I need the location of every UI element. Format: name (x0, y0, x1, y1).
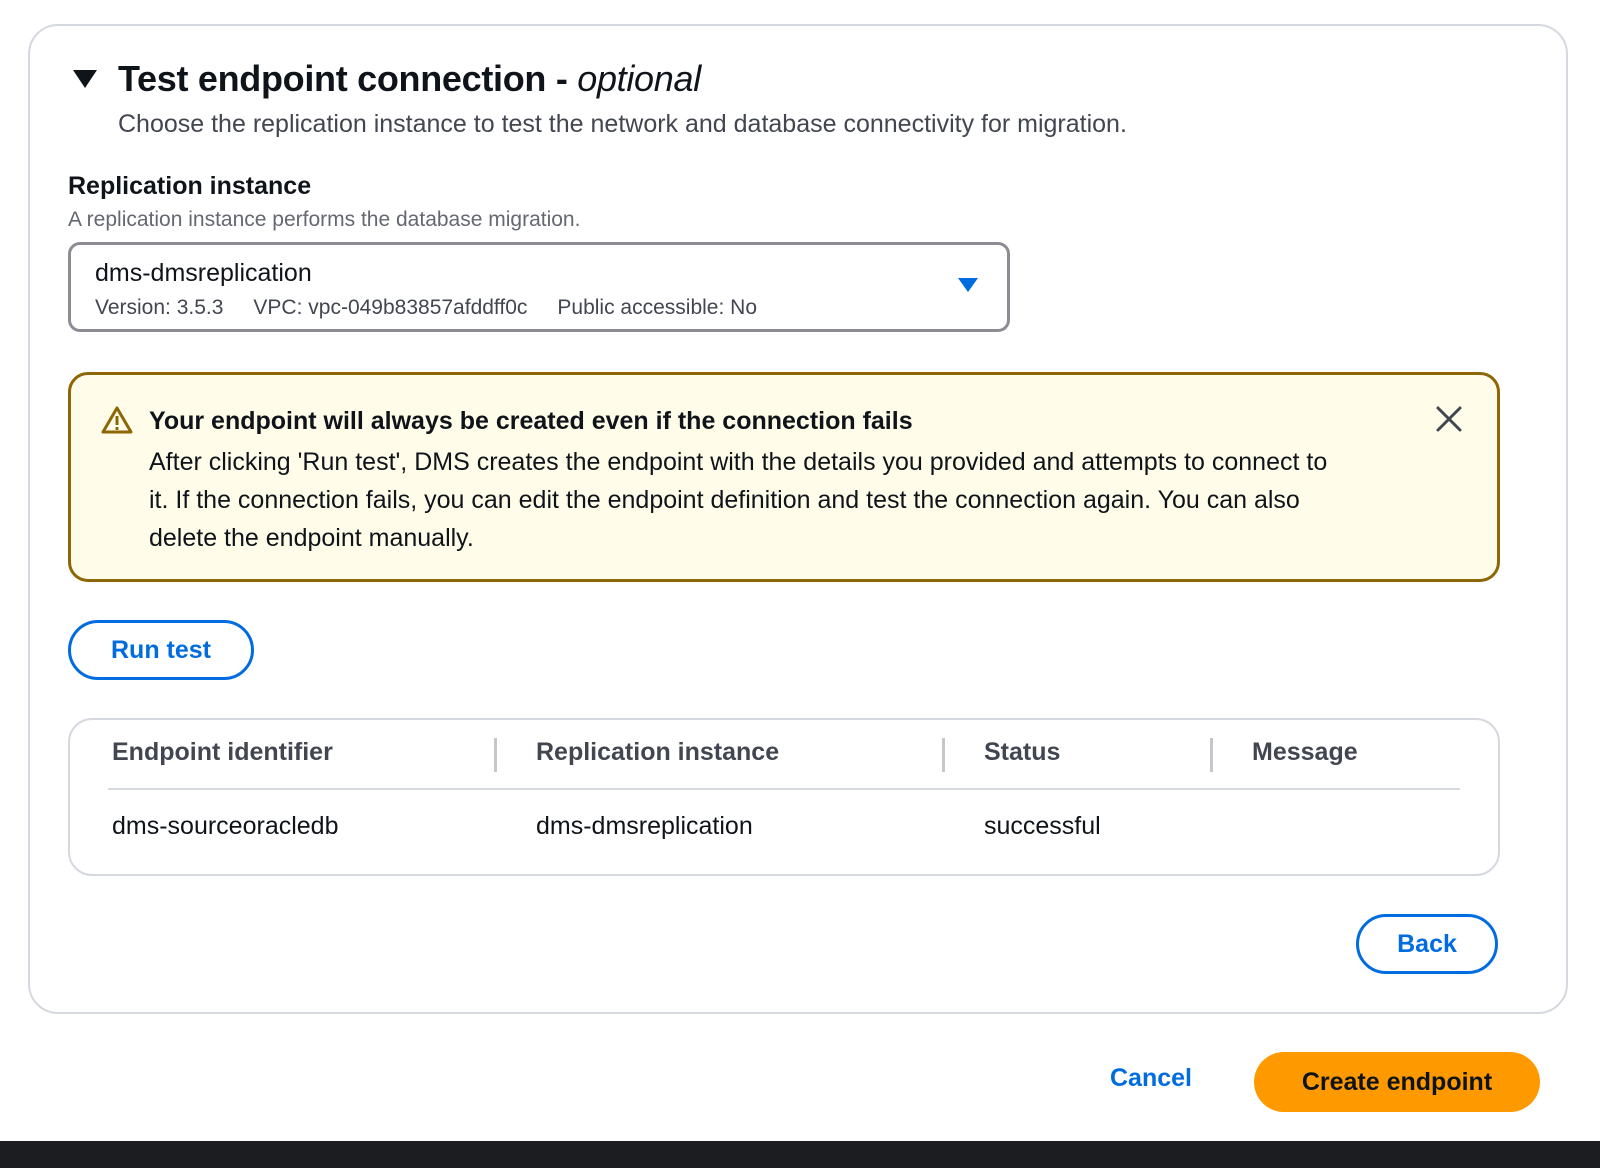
replication-instance-label: Replication instance (68, 172, 312, 200)
run-test-button[interactable]: Run test (68, 620, 254, 680)
column-header-replication-instance[interactable]: Replication instance (536, 738, 779, 767)
chevron-down-icon[interactable] (957, 277, 979, 298)
table-header-row: Endpoint identifier Replication instance… (108, 720, 1460, 790)
bottom-bar (0, 1141, 1600, 1168)
section-title-optional: optional (577, 58, 701, 99)
column-header-endpoint-identifier[interactable]: Endpoint identifier (112, 738, 333, 767)
select-public-access: Public accessible: No (557, 296, 757, 319)
column-resizer[interactable] (942, 738, 945, 772)
cell-endpoint-identifier: dms-sourceoracledb (112, 812, 339, 840)
section-title[interactable]: Test endpoint connection - optional (118, 58, 701, 100)
select-selected-value: dms-dmsreplication (95, 259, 312, 287)
replication-instance-hint: A replication instance performs the data… (68, 208, 581, 231)
column-resizer[interactable] (1210, 738, 1213, 772)
select-version: Version: 3.5.3 (95, 296, 224, 319)
alert-body: After clicking 'Run test', DMS creates t… (149, 448, 1328, 552)
section-description: Choose the replication instance to test … (118, 110, 1127, 138)
column-resizer[interactable] (494, 738, 497, 772)
create-endpoint-button[interactable]: Create endpoint (1254, 1052, 1540, 1112)
cell-status: successful (984, 812, 1101, 840)
warning-alert: Your endpoint will always be created eve… (68, 372, 1500, 582)
caret-down-icon[interactable] (72, 59, 118, 99)
column-header-message[interactable]: Message (1252, 738, 1358, 767)
back-button[interactable]: Back (1356, 914, 1498, 974)
cancel-button[interactable]: Cancel (1110, 1064, 1192, 1093)
test-results-table: Endpoint identifier Replication instance… (68, 718, 1500, 876)
select-vpc: VPC: vpc-049b83857afddff0c (253, 296, 528, 319)
select-meta: Version: 3.5.3 VPC: vpc-049b83857afddff0… (95, 296, 757, 320)
replication-instance-select[interactable]: dms-dmsreplication Version: 3.5.3 VPC: v… (68, 242, 1010, 332)
section-header[interactable]: Test endpoint connection - optional (72, 58, 701, 100)
warning-icon (101, 405, 133, 440)
close-icon[interactable] (1435, 405, 1463, 438)
column-header-status[interactable]: Status (984, 738, 1060, 767)
section-title-text: Test endpoint connection - (118, 58, 578, 99)
alert-title: Your endpoint will always be created eve… (149, 407, 913, 435)
test-endpoint-panel: Test endpoint connection - optional Choo… (28, 24, 1568, 1014)
cell-replication-instance: dms-dmsreplication (536, 812, 753, 840)
